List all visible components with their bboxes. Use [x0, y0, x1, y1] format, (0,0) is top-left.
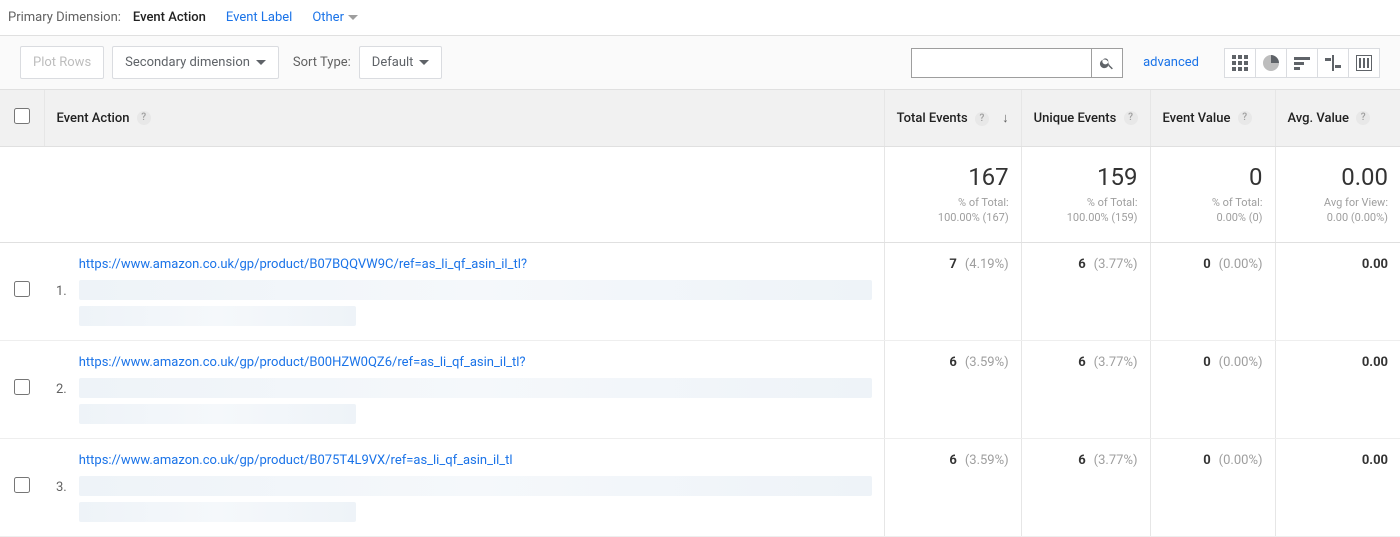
cell-avg-value: 0.00 — [1275, 242, 1400, 340]
event-action-cell: https://www.amazon.co.uk/gp/product/B075… — [79, 438, 884, 536]
help-icon[interactable]: ? — [137, 111, 151, 125]
event-action-link[interactable]: https://www.amazon.co.uk/gp/product/B00H… — [79, 355, 526, 370]
row-number: 3. — [44, 438, 79, 536]
tab-other-label: Other — [312, 10, 344, 25]
table-row: 2. https://www.amazon.co.uk/gp/product/B… — [0, 340, 1400, 438]
comparison-icon — [1325, 55, 1341, 71]
tab-event-action[interactable]: Event Action — [133, 10, 206, 25]
help-icon[interactable]: ? — [975, 112, 989, 126]
col-unique-events[interactable]: Unique Events ? — [1021, 90, 1150, 147]
summary-value: 0.00 — [1288, 163, 1389, 191]
summary-value: 0 — [1163, 163, 1263, 191]
view-data-table-button[interactable] — [1224, 48, 1256, 78]
select-all-checkbox[interactable] — [14, 108, 30, 124]
summary-total-events: 167 % of Total:100.00% (167) — [884, 147, 1021, 243]
search-input[interactable] — [911, 48, 1091, 78]
row-checkbox[interactable] — [14, 281, 30, 297]
row-checkbox[interactable] — [14, 477, 30, 493]
grid-icon — [1232, 55, 1248, 71]
table-row: 1. https://www.amazon.co.uk/gp/product/B… — [0, 242, 1400, 340]
header-avg-value: Avg. Value — [1288, 111, 1350, 126]
summary-value: 167 — [897, 163, 1009, 191]
advanced-link[interactable]: advanced — [1143, 55, 1199, 70]
sort-desc-icon: ↓ — [1002, 111, 1009, 126]
help-icon[interactable]: ? — [1124, 111, 1138, 125]
cell-event-value: 0(0.00%) — [1150, 242, 1275, 340]
search-icon — [1099, 55, 1115, 71]
row-number: 1. — [44, 242, 79, 340]
cell-total-events: 7(4.19%) — [884, 242, 1021, 340]
cell-event-value: 0(0.00%) — [1150, 340, 1275, 438]
chevron-down-icon — [348, 15, 358, 21]
redacted-block — [79, 502, 357, 522]
header-total-events: Total Events — [897, 111, 968, 126]
summary-unique-events: 159 % of Total:100.00% (159) — [1021, 147, 1150, 243]
chevron-down-icon — [256, 60, 266, 66]
header-unique-events: Unique Events — [1034, 111, 1117, 126]
sort-type-label: Sort Type: — [293, 55, 351, 70]
cell-total-events: 6(3.59%) — [884, 340, 1021, 438]
col-event-value[interactable]: Event Value ? — [1150, 90, 1275, 147]
col-event-action[interactable]: Event Action ? — [44, 90, 884, 147]
primary-dimension-label: Primary Dimension: — [8, 10, 121, 25]
cell-unique-events: 6(3.77%) — [1021, 340, 1150, 438]
row-number: 2. — [44, 340, 79, 438]
view-buttons — [1225, 48, 1380, 78]
table-search — [911, 48, 1123, 78]
header-event-action: Event Action — [57, 111, 130, 126]
secondary-dimension-button[interactable]: Secondary dimension — [112, 46, 279, 79]
table-header-row: Event Action ? Total Events ? ↓ Unique E… — [0, 90, 1400, 147]
secondary-dimension-label: Secondary dimension — [125, 55, 250, 70]
event-action-link[interactable]: https://www.amazon.co.uk/gp/product/B07B… — [79, 257, 527, 272]
plot-rows-label: Plot Rows — [33, 55, 91, 70]
row-checkbox[interactable] — [14, 379, 30, 395]
cell-avg-value: 0.00 — [1275, 340, 1400, 438]
sort-type-button[interactable]: Default — [359, 46, 443, 79]
redacted-block — [79, 280, 872, 300]
col-total-events[interactable]: Total Events ? ↓ — [884, 90, 1021, 147]
event-action-cell: https://www.amazon.co.uk/gp/product/B00H… — [79, 340, 884, 438]
view-performance-button[interactable] — [1286, 48, 1318, 78]
tab-other[interactable]: Other — [312, 10, 358, 25]
cell-total-events: 6(3.59%) — [884, 438, 1021, 536]
bars-icon — [1294, 55, 1310, 71]
header-event-value: Event Value — [1163, 111, 1231, 126]
cell-unique-events: 6(3.77%) — [1021, 438, 1150, 536]
redacted-block — [79, 476, 872, 496]
help-icon[interactable]: ? — [1238, 111, 1252, 125]
cell-event-value: 0(0.00%) — [1150, 438, 1275, 536]
primary-dimension-strip: Primary Dimension: Event Action Event La… — [0, 0, 1400, 35]
cell-avg-value: 0.00 — [1275, 438, 1400, 536]
summary-avg-value: 0.00 Avg for View:0.00 (0.00%) — [1275, 147, 1400, 243]
table-toolbar: Plot Rows Secondary dimension Sort Type:… — [0, 35, 1400, 90]
sort-type-value: Default — [372, 55, 414, 70]
event-action-link[interactable]: https://www.amazon.co.uk/gp/product/B075… — [79, 453, 513, 468]
plot-rows-button[interactable]: Plot Rows — [20, 46, 104, 79]
event-action-cell: https://www.amazon.co.uk/gp/product/B07B… — [79, 242, 884, 340]
col-avg-value[interactable]: Avg. Value ? — [1275, 90, 1400, 147]
events-table: Event Action ? Total Events ? ↓ Unique E… — [0, 90, 1400, 537]
redacted-block — [79, 306, 357, 326]
tab-event-label[interactable]: Event Label — [226, 10, 292, 25]
redacted-block — [79, 404, 357, 424]
select-all-header — [0, 90, 44, 147]
summary-value: 159 — [1034, 163, 1138, 191]
table-row: 3. https://www.amazon.co.uk/gp/product/B… — [0, 438, 1400, 536]
pie-icon — [1263, 55, 1279, 71]
summary-event-value: 0 % of Total:0.00% (0) — [1150, 147, 1275, 243]
redacted-block — [79, 378, 872, 398]
help-icon[interactable]: ? — [1356, 111, 1370, 125]
chevron-down-icon — [419, 60, 429, 66]
view-percentage-button[interactable] — [1255, 48, 1287, 78]
search-button[interactable] — [1091, 48, 1123, 78]
view-pivot-button[interactable] — [1348, 48, 1380, 78]
view-comparison-button[interactable] — [1317, 48, 1349, 78]
summary-row: 167 % of Total:100.00% (167) 159 % of To… — [0, 147, 1400, 243]
cell-unique-events: 6(3.77%) — [1021, 242, 1150, 340]
pivot-icon — [1356, 55, 1372, 71]
